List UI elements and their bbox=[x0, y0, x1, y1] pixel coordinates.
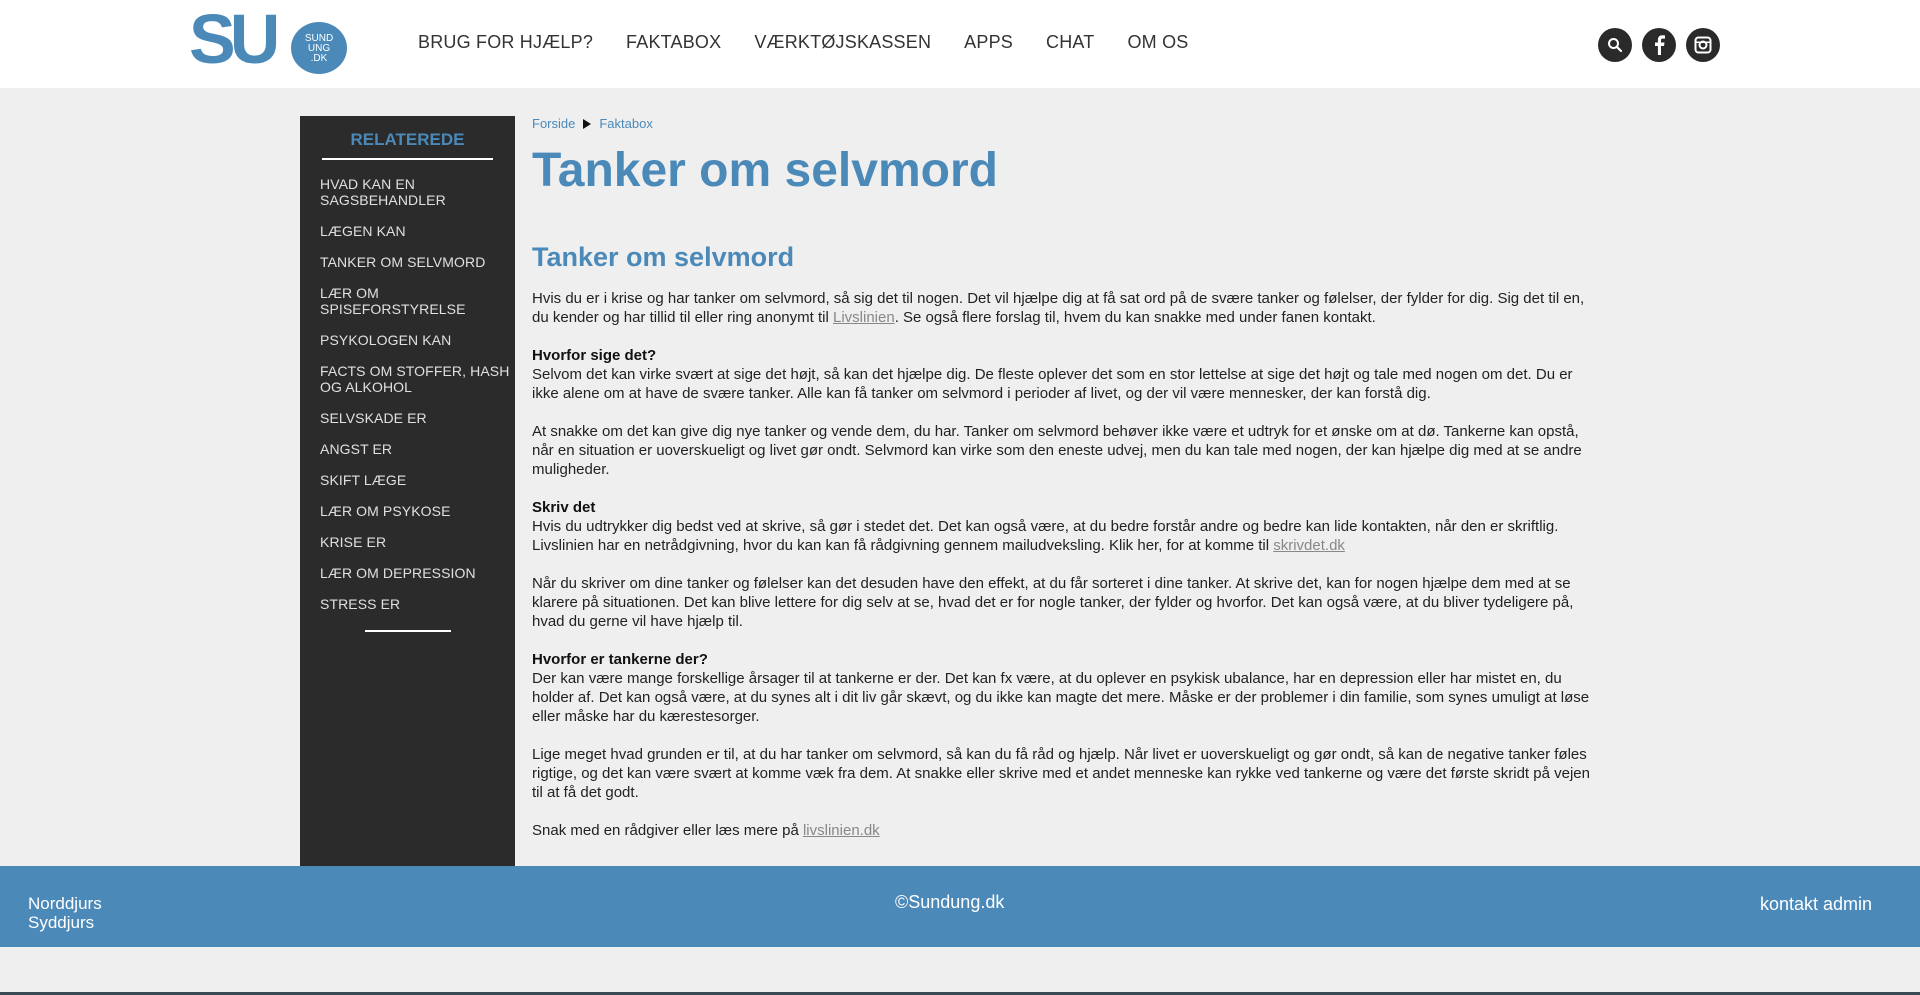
sidebar-item-spiseforstyrelse[interactable]: LÆR OM SPISEFORSTYRELSE bbox=[320, 285, 510, 317]
footer-regions: Norddjurs Syddjurs bbox=[28, 894, 102, 932]
facebook-icon[interactable] bbox=[1642, 28, 1676, 62]
article-paragraph: Hvorfor sige det? Selvom det kan virke s… bbox=[532, 346, 1602, 403]
sidebar-divider bbox=[365, 630, 451, 632]
site-header: SU SUND UNG .DK BRUG FOR HJÆLP? FAKTABOX… bbox=[0, 0, 1920, 88]
footer-copyright: ©Sundung.dk bbox=[895, 892, 1005, 912]
related-list: HVAD KAN EN SAGSBEHANDLER LÆGEN KAN TANK… bbox=[320, 176, 510, 627]
sidebar-item-stress[interactable]: STRESS ER bbox=[320, 596, 510, 612]
sidebar-item-tanker-om-selvmord[interactable]: TANKER OM SELVMORD bbox=[320, 254, 510, 270]
livslinien-link[interactable]: Livslinien bbox=[833, 309, 895, 326]
breadcrumb-current-link[interactable]: Faktabox bbox=[599, 116, 652, 131]
sidebar-item-laegen[interactable]: LÆGEN KAN bbox=[320, 223, 510, 239]
main-nav: BRUG FOR HJÆLP? FAKTABOX VÆRKTØJSKASSEN … bbox=[418, 32, 1221, 53]
article-paragraph: Skriv det Hvis du udtrykker dig bedst ve… bbox=[532, 498, 1602, 555]
article-paragraph: Hvis du er i krise og har tanker om selv… bbox=[532, 289, 1602, 327]
contact-admin-link[interactable]: kontakt admin bbox=[1760, 894, 1872, 915]
article-paragraph: Lige meget hvad grunden er til, at du ha… bbox=[532, 746, 1590, 801]
sidebar-item-depression[interactable]: LÆR OM DEPRESSION bbox=[320, 565, 510, 581]
footer-region-syddjurs: Syddjurs bbox=[28, 913, 95, 932]
sidebar-item-selvskade[interactable]: SELVSKADE ER bbox=[320, 410, 510, 426]
article-heading: Tanker om selvmord bbox=[532, 242, 795, 272]
article-paragraph: At snakke om det kan give dig nye tanker… bbox=[532, 423, 1582, 478]
nav-item-vaerktoejskassen[interactable]: VÆRKTØJSKASSEN bbox=[754, 32, 931, 53]
sidebar-item-sagsbehandler[interactable]: HVAD KAN EN SAGSBEHANDLER bbox=[320, 176, 510, 208]
logo-bubble: SUND UNG .DK bbox=[291, 22, 347, 74]
breadcrumb-arrow-icon bbox=[583, 118, 592, 129]
nav-item-chat[interactable]: CHAT bbox=[1046, 32, 1094, 53]
paragraph-text: Der kan være mange forskellige årsager t… bbox=[532, 670, 1590, 725]
logo-letters: SU bbox=[189, 0, 280, 78]
livslinien-dk-link[interactable]: livslinien.dk bbox=[803, 822, 880, 839]
nav-item-faktabox[interactable]: FAKTABOX bbox=[626, 32, 721, 53]
sundung-logo[interactable]: SU SUND UNG .DK bbox=[189, 4, 349, 78]
related-sidebar: RELATEREDE HVAD KAN EN SAGSBEHANDLER LÆG… bbox=[300, 116, 515, 866]
paragraph-text: Hvis du udtrykker dig bedst ved at skriv… bbox=[532, 518, 1559, 554]
article-paragraph: Når du skriver om dine tanker og følelse… bbox=[532, 575, 1574, 630]
instagram-icon[interactable] bbox=[1686, 28, 1720, 62]
paragraph-text: . Se også flere forslag til, hvem du kan… bbox=[894, 309, 1376, 326]
sidebar-item-psykologen[interactable]: PSYKOLOGEN KAN bbox=[320, 332, 510, 348]
sidebar-item-stoffer[interactable]: FACTS OM STOFFER, HASH OG ALKOHOL bbox=[320, 363, 510, 395]
nav-item-om-os[interactable]: OM OS bbox=[1127, 32, 1188, 53]
breadcrumb: Forside Faktabox bbox=[532, 116, 1602, 131]
sidebar-item-krise[interactable]: KRISE ER bbox=[320, 534, 510, 550]
logo-bubble-line: .DK bbox=[310, 53, 328, 64]
sidebar-title: RELATEREDE bbox=[322, 130, 493, 160]
section-heading: Hvorfor sige det? bbox=[532, 347, 657, 364]
nav-item-apps[interactable]: APPS bbox=[964, 32, 1013, 53]
social-links bbox=[1598, 28, 1720, 62]
paragraph-text: Selvom det kan virke svært at sige det h… bbox=[532, 366, 1573, 402]
article-paragraph: Snak med en rådgiver eller læs mere på l… bbox=[532, 821, 1602, 840]
sidebar-item-skift-laege[interactable]: SKIFT LÆGE bbox=[320, 472, 510, 488]
page-title: Tanker om selvmord bbox=[532, 144, 998, 197]
sidebar-item-angst[interactable]: ANGST ER bbox=[320, 441, 510, 457]
article-body: Hvis du er i krise og har tanker om selv… bbox=[532, 289, 1602, 840]
skrivdet-link[interactable]: skrivdet.dk bbox=[1273, 537, 1345, 554]
sidebar-item-psykose[interactable]: LÆR OM PSYKOSE bbox=[320, 503, 510, 519]
main-content: Forside Faktabox Tanker om selvmord Tank… bbox=[532, 116, 1602, 859]
paragraph-text: Snak med en rådgiver eller læs mere på bbox=[532, 822, 803, 839]
section-heading: Hvorfor er tankerne der? bbox=[532, 651, 708, 668]
search-icon[interactable] bbox=[1598, 28, 1632, 62]
nav-item-brug-for-hjaelp[interactable]: BRUG FOR HJÆLP? bbox=[418, 32, 593, 53]
site-footer: Norddjurs Syddjurs ©Sundung.dk kontakt a… bbox=[0, 866, 1920, 947]
section-heading: Skriv det bbox=[532, 499, 596, 516]
breadcrumb-home-link[interactable]: Forside bbox=[532, 116, 575, 131]
article-paragraph: Hvorfor er tankerne der? Der kan være ma… bbox=[532, 650, 1602, 726]
footer-region-norddjurs: Norddjurs bbox=[28, 894, 102, 913]
